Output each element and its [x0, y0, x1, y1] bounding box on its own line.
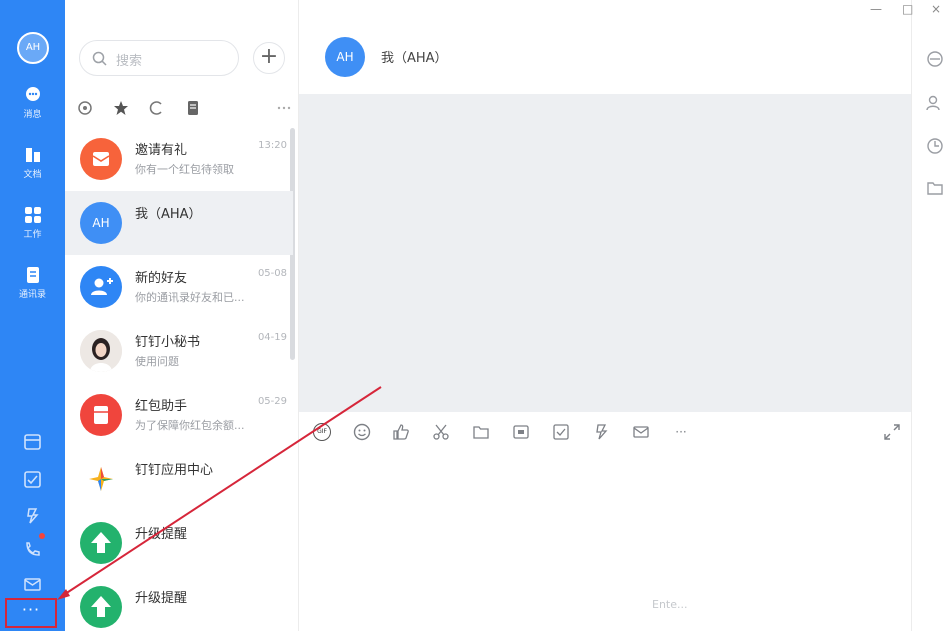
filter-bar [77, 100, 292, 120]
chat-info-icon[interactable] [926, 50, 943, 68]
conversation-name: 升级提醒 [135, 591, 188, 606]
unread-icon[interactable] [185, 100, 201, 116]
conversation-name: 新的好友 [135, 271, 188, 286]
filter-more-icon[interactable] [276, 100, 292, 116]
nav-documents-label: 文档 [23, 170, 42, 180]
folder-icon[interactable] [472, 423, 490, 441]
ding-icon[interactable] [592, 423, 610, 441]
conversation-time: 13:20 [258, 140, 287, 151]
conversation-preview: 使用问题 [135, 355, 179, 368]
conversation-item[interactable]: 钉钉小秘书 使用问题 04-19 [65, 319, 293, 383]
toolbar-more-button[interactable]: ··· [672, 423, 690, 441]
conversation-preview: 为了保障你红包余额... [135, 419, 245, 432]
conversation-item-selected[interactable]: AH 我（AHA） [65, 191, 293, 255]
conversation-time: 05-29 [257, 396, 287, 407]
conversation-item[interactable]: 红包助手 为了保障你红包余额... 05-29 [65, 383, 293, 447]
chat-avatar[interactable]: AH [325, 37, 365, 77]
send-hint: Ente... [652, 598, 688, 611]
person-photo-icon [80, 330, 122, 372]
conversation-avatar: AH [80, 202, 122, 244]
red-packet-icon [80, 394, 122, 436]
chat-title: 我（AHA） [381, 51, 448, 66]
conversation-item[interactable]: 新的好友 你的通讯录好友和已... 05-08 [65, 255, 293, 319]
message-icon [25, 87, 40, 101]
conversation-name: 钉钉应用中心 [135, 463, 214, 478]
expand-icon[interactable] [883, 423, 901, 441]
contacts-icon [26, 267, 39, 283]
document-icon [25, 148, 40, 162]
phone-icon[interactable] [23, 540, 42, 559]
nav-contacts[interactable]: 通讯录 [0, 266, 65, 300]
chat-header: AH 我（AHA） [299, 0, 911, 94]
emoji-icon[interactable] [353, 423, 371, 441]
apps-grid-icon [24, 207, 41, 223]
nav-work-label: 工作 [23, 230, 42, 240]
star-icon[interactable] [113, 100, 129, 116]
history-icon[interactable] [926, 137, 943, 155]
upgrade-arrow-icon [80, 522, 122, 564]
conversation-item[interactable]: 钉钉应用中心 [65, 447, 293, 511]
files-folder-icon[interactable] [926, 179, 943, 197]
conversation-list-panel: 搜索 + 邀请有礼 你有一个红包待领取 13:20 AH 我（AHA） 新的好友… [65, 0, 299, 631]
todo-check-icon[interactable] [23, 470, 42, 489]
conversation-preview: 你的通讯录好友和已... [135, 291, 245, 304]
conversation-item[interactable]: 升级提醒 [65, 575, 293, 631]
conversation-item[interactable]: 升级提醒 [65, 511, 293, 575]
notification-dot [39, 533, 45, 539]
search-input[interactable]: 搜索 [79, 40, 239, 76]
thumbs-up-icon[interactable] [392, 423, 410, 441]
more-button[interactable]: ··· [5, 598, 57, 628]
nav-messages-label: 消息 [23, 110, 42, 120]
message-input[interactable]: Ente... [299, 452, 911, 631]
add-button[interactable]: + [253, 42, 285, 74]
compose-toolbar: GIF ··· [299, 412, 911, 452]
minimize-button[interactable]: — [870, 2, 882, 16]
upgrade-arrow-icon [80, 586, 122, 628]
task-check-icon[interactable] [552, 423, 570, 441]
conversation-time: 05-08 [257, 268, 287, 279]
conversation-time: 04-19 [257, 332, 287, 343]
app-center-icon [80, 458, 122, 500]
conversation-name: 邀请有礼 [135, 143, 188, 158]
left-nav-rail: AH 消息 文档 工作 通讯录 ··· [0, 0, 65, 631]
conversation-preview: 你有一个红包待领取 [135, 163, 234, 176]
message-area [299, 94, 911, 412]
ding-icon[interactable] [23, 506, 42, 525]
search-icon [92, 51, 107, 66]
conversation-name: 钉钉小秘书 [135, 335, 201, 350]
nav-contacts-label: 通讯录 [18, 290, 46, 300]
conversation-item[interactable]: 邀请有礼 你有一个红包待领取 13:20 [65, 127, 293, 191]
screen-record-icon[interactable] [512, 423, 530, 441]
filter-all-icon[interactable] [77, 100, 93, 116]
nav-messages[interactable]: 消息 [0, 86, 65, 120]
conversation-name: 红包助手 [135, 399, 188, 414]
members-icon[interactable] [926, 94, 943, 112]
calendar-icon[interactable] [23, 432, 42, 451]
add-friend-icon [80, 266, 122, 308]
scissors-icon[interactable] [432, 423, 450, 441]
search-placeholder: 搜索 [116, 54, 143, 69]
nav-work[interactable]: 工作 [0, 206, 65, 240]
gif-button[interactable]: GIF [313, 423, 331, 441]
close-button[interactable]: × [931, 2, 941, 16]
right-tool-column [911, 0, 943, 631]
conversation-name: 升级提醒 [135, 527, 188, 542]
mail-icon[interactable] [23, 575, 42, 594]
mail-icon[interactable] [632, 423, 650, 441]
maximize-button[interactable]: □ [902, 2, 913, 16]
gift-mail-icon [80, 138, 122, 180]
mention-icon[interactable] [149, 100, 165, 116]
nav-documents[interactable]: 文档 [0, 146, 65, 180]
conversation-name: 我（AHA） [135, 207, 202, 222]
user-avatar[interactable]: AH [17, 32, 49, 64]
